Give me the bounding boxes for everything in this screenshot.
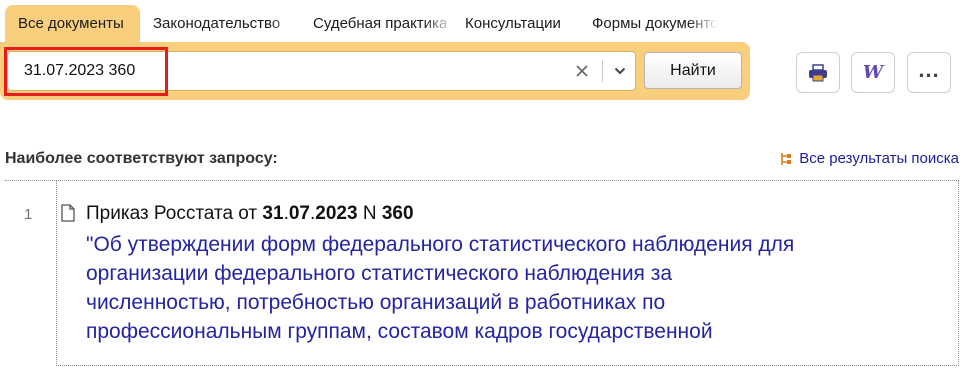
clear-search-button[interactable] — [564, 52, 600, 90]
tab-bar: Все документы Законодательство Судебная … — [5, 5, 718, 43]
search-panel: 31.07.2023 360 Найти — [0, 42, 750, 100]
result-title[interactable]: Приказ Росстата от 31.07.2023 N 360 — [86, 203, 414, 225]
chevron-down-icon — [614, 67, 626, 75]
tab-all-documents[interactable]: Все документы — [5, 5, 140, 43]
export-word-button[interactable]: W — [851, 52, 895, 93]
word-icon: W — [862, 62, 884, 83]
search-separator — [602, 60, 603, 82]
result-number: 1 — [24, 206, 33, 223]
search-input[interactable]: 31.07.2023 360 — [7, 51, 636, 91]
more-icon: ... — [918, 56, 940, 82]
all-results-link[interactable]: Все результаты поиска — [779, 150, 959, 167]
find-button[interactable]: Найти — [644, 52, 742, 89]
result-desc-line: профессиональным группам, составом кадро… — [86, 320, 713, 343]
result-description-link[interactable]: "Об утверждении форм федерального статис… — [86, 230, 906, 346]
close-icon — [576, 65, 588, 77]
tree-icon — [781, 152, 792, 165]
result-desc-line: организации федерального статистического… — [86, 262, 673, 285]
all-results-label: Все результаты поиска — [799, 150, 959, 167]
tab-document-forms[interactable]: Формы документов — [582, 5, 718, 43]
printer-icon — [809, 63, 827, 81]
tab-legislation[interactable]: Законодательство — [140, 5, 300, 43]
search-history-dropdown[interactable] — [604, 52, 636, 90]
result-desc-line: численностью, потребностью организаций в… — [86, 291, 666, 314]
print-button[interactable] — [796, 52, 840, 93]
more-button[interactable]: ... — [907, 52, 951, 93]
document-icon — [61, 204, 75, 222]
results-heading: Наиболее соответствуют запросу: — [5, 150, 278, 167]
tab-consultations[interactable]: Консультации — [454, 5, 582, 43]
tab-court-practice[interactable]: Судебная практика — [300, 5, 454, 43]
search-input-value[interactable]: 31.07.2023 360 — [24, 52, 135, 90]
result-desc-line: "Об утверждении форм федерального статис… — [86, 233, 795, 256]
